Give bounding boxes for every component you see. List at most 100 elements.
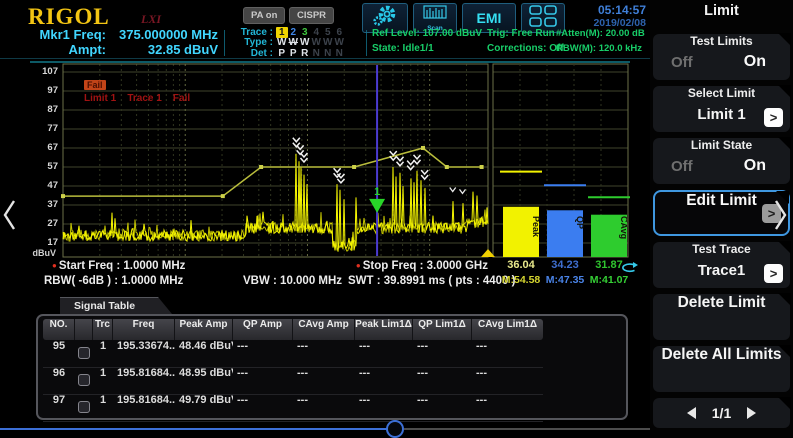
trace-type-chip-5[interactable]: W <box>322 37 334 48</box>
collapse-left-chevron-icon[interactable] <box>2 198 18 237</box>
meter-bar-label: Peak <box>531 216 541 238</box>
row-checkbox[interactable] <box>78 347 90 359</box>
column-header-Freq[interactable]: Freq <box>113 319 175 340</box>
column-header-select[interactable] <box>75 319 93 340</box>
checkbox-cell[interactable] <box>75 340 93 367</box>
toggle-on-option[interactable]: On <box>744 157 766 175</box>
trace-number-chip-6[interactable]: 6 <box>334 27 346 38</box>
toggle-off-option[interactable]: Off <box>671 54 693 71</box>
trace-detector-chip-6[interactable]: N <box>334 48 346 59</box>
next-page-arrow-icon[interactable] <box>747 407 756 419</box>
trace-type-chip-1[interactable]: W <box>276 37 288 48</box>
cell-cavg_amp: --- <box>293 340 355 367</box>
trace-number-chip-5[interactable]: 5 <box>322 27 334 38</box>
cell-cavg_lim: --- <box>472 340 543 367</box>
prev-page-arrow-icon[interactable] <box>687 407 696 419</box>
trace-number-chip-2[interactable]: 2 <box>288 27 300 38</box>
expand-right-chevron-icon[interactable] <box>772 198 788 237</box>
peak-marker-icon <box>460 189 466 193</box>
trace-detector-chip-1[interactable]: P <box>276 48 288 59</box>
signal-table-tab[interactable]: Signal Table <box>60 297 172 314</box>
softkey-select-limit[interactable]: Select LimitLimit 1> <box>653 86 790 132</box>
cell-peak_amp: 49.79 dBuV <box>175 394 233 421</box>
pa-on-badge[interactable]: PA on <box>243 7 285 24</box>
y-axis-tick-label: 107 <box>32 66 58 77</box>
column-header-NO.[interactable]: NO. <box>43 319 75 340</box>
y-axis-tick-label: 97 <box>32 85 58 96</box>
y-axis-tick-label: 77 <box>32 123 58 134</box>
column-header-CAvg Amp[interactable]: CAvg Amp <box>293 319 355 340</box>
cell-trc: 1 <box>93 394 113 421</box>
trace-type-chip-6[interactable]: W <box>334 37 346 48</box>
limit-line-node[interactable] <box>445 165 449 169</box>
row-checkbox[interactable] <box>78 374 90 386</box>
atten-readout: #Atten(M): 20.00 dB <box>556 28 645 39</box>
peak-marker-icon <box>421 170 428 179</box>
cell-trc: 1 <box>93 340 113 367</box>
checkbox-cell[interactable] <box>75 367 93 394</box>
trace-detector-chip-5[interactable]: N <box>322 48 334 59</box>
cell-no: 96 <box>43 367 75 394</box>
softkey-limit-state[interactable]: Limit State Off On <box>653 138 790 184</box>
submenu-arrow-icon[interactable]: > <box>764 264 783 283</box>
row-checkbox[interactable] <box>78 401 90 413</box>
softkey-header: Limit State <box>653 138 790 156</box>
limit-line-node[interactable] <box>221 194 225 198</box>
trace-number-chip-4[interactable]: 4 <box>311 27 323 38</box>
limit-line-node[interactable] <box>61 194 65 198</box>
clock: 05:14:57 2019/02/08 <box>566 3 646 29</box>
cell-qp_lim: --- <box>413 340 472 367</box>
trace-number-chip-1[interactable]: 1 <box>276 27 288 38</box>
splitter-handle[interactable] <box>386 420 404 438</box>
column-header-Trc[interactable]: Trc <box>93 319 113 340</box>
splitter-track-active[interactable] <box>0 428 388 430</box>
softkey-delete-all-limits[interactable]: Delete All Limits <box>653 346 790 392</box>
cell-peak_lim: --- <box>355 394 413 421</box>
y-axis-tick-label: 37 <box>32 199 58 210</box>
trace-type-chip-3[interactable]: W <box>299 37 311 48</box>
toggle-on-option[interactable]: On <box>744 53 766 71</box>
cell-no: 97 <box>43 394 75 421</box>
checkbox-cell[interactable] <box>75 394 93 421</box>
marker1-icon[interactable] <box>369 199 385 213</box>
column-header-Peak Amp[interactable]: Peak Amp <box>175 319 233 340</box>
cispr-badge[interactable]: CISPR <box>289 7 334 24</box>
table-row[interactable]: 971195.81684...49.79 dBuV--------------- <box>43 394 543 422</box>
limit-line-node[interactable] <box>259 165 263 169</box>
trace-type-chip-2[interactable]: W <box>288 37 300 48</box>
toggle-off-option[interactable]: Off <box>671 158 693 175</box>
softkey-delete-limit[interactable]: Delete Limit <box>653 294 790 340</box>
limit-line-node[interactable] <box>421 146 425 150</box>
cell-no: 95 <box>43 340 75 367</box>
softkey-test-trace[interactable]: Test TraceTrace1> <box>653 242 790 288</box>
meter-bar-label: QP <box>575 216 585 229</box>
trace-detector-chip-4[interactable]: N <box>311 48 323 59</box>
cell-freq: 195.81684... <box>113 394 175 421</box>
signal-table-header: NO. TrcFreqPeak AmpQP AmpCAvg AmpPeak Lim… <box>43 319 543 340</box>
trace-info-row: Type :WWWWWW <box>231 38 345 49</box>
trace-type-chip-4[interactable]: W <box>311 37 323 48</box>
column-header-CAvg Lim1Δ[interactable]: CAvg Lim1Δ <box>472 319 543 340</box>
peak-marker-icon <box>407 161 414 170</box>
limit-line-node[interactable] <box>352 165 356 169</box>
trigger-readout: Trig: Free Run <box>487 28 555 39</box>
cell-cavg_amp: --- <box>293 367 355 394</box>
y-axis-tick-label: 17 <box>32 237 58 248</box>
table-row[interactable]: 961195.81684...48.95 dBuV--------------- <box>43 367 543 395</box>
spectrum-display[interactable]: 1PeakQPCAvg <box>30 60 630 258</box>
column-header-QP Amp[interactable]: QP Amp <box>233 319 293 340</box>
column-header-QP Lim1Δ[interactable]: QP Lim1Δ <box>413 319 472 340</box>
column-header-Peak Lim1Δ[interactable]: Peak Lim1Δ <box>355 319 413 340</box>
softkey-test-limits[interactable]: Test LimitsOffOn <box>653 34 790 80</box>
trace-detector-chip-2[interactable]: P <box>288 48 300 59</box>
trace-number-chip-3[interactable]: 3 <box>299 27 311 38</box>
softkey-edit-limit[interactable]: Edit Limit> <box>653 190 790 236</box>
marker1-number: 1 <box>374 186 380 198</box>
trace-info-block: Trace :123456Type :WWWWWWDet :PPRNNN <box>231 27 345 59</box>
trace-detector-chip-3[interactable]: R <box>299 48 311 59</box>
table-row[interactable]: 951195.33674...48.46 dBuV--------------- <box>43 340 543 368</box>
limit-line <box>63 148 482 196</box>
submenu-arrow-icon[interactable]: > <box>764 108 783 127</box>
softkey-header: Select Limit <box>653 86 790 104</box>
limit-line-node[interactable] <box>480 165 484 169</box>
